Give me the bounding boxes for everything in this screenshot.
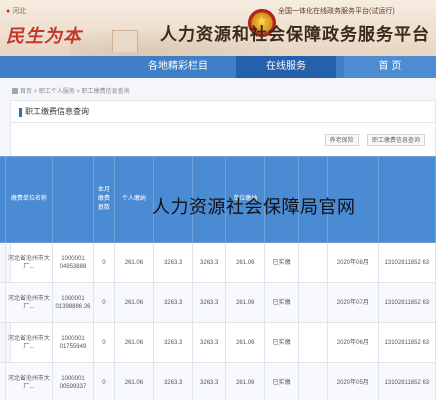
platform-title: 人力资源和社会保障政务服务平台	[160, 25, 430, 44]
table-cell	[297, 282, 328, 323]
great-wall-decoration	[112, 30, 138, 52]
table-cell: 261.06	[113, 362, 155, 400]
table-row: 河北省沧州市大厂... 1000001 01398886 26 0 261.06…	[0, 282, 436, 323]
breadcrumb: 首页 > 职工个人服务 > 职工缴费信息查询	[12, 86, 130, 95]
breadcrumb-text: 首页 > 职工个人服务 > 职工缴费信息查询	[20, 89, 130, 95]
table-header: 本月缴费基数	[92, 156, 115, 243]
table-cell: 261.06	[225, 242, 266, 283]
table-cell: 1000001 01755949	[51, 322, 94, 363]
sub-tabs: 养老保险 职工缴费信息查询	[321, 129, 425, 146]
calligraphy-logo: 民生为本	[6, 26, 82, 47]
location-icon: ●	[6, 8, 11, 15]
platform-subtitle: 全国一体化在线政务服务平台(试运行)	[278, 8, 395, 15]
region-text: 河北	[12, 8, 27, 15]
table-cell: 1000001 00599337	[51, 362, 94, 400]
table-cell: 河北省沧州市大厂...	[4, 242, 53, 283]
table-cell: 3263.3	[192, 322, 227, 363]
table-cell: 0	[92, 282, 115, 323]
table-cell: 已实缴	[264, 362, 299, 400]
table-cell	[297, 322, 328, 363]
table-cell: 河北省沧州市大厂...	[4, 322, 53, 363]
table-header	[51, 156, 94, 243]
table-cell: 3263.3	[153, 362, 194, 400]
table-cell: 13102811852 63	[377, 322, 436, 363]
subtab-payment-query[interactable]: 职工缴费信息查询	[366, 134, 425, 146]
subtab-pension[interactable]: 养老保险	[324, 134, 359, 146]
nav-item-online-service[interactable]: 在线服务	[236, 56, 336, 78]
nav-item-regions[interactable]: 各地精彩栏目	[130, 56, 226, 78]
table-cell: 河北省沧州市大厂...	[4, 282, 53, 323]
table-cell: 261.06	[225, 322, 266, 363]
table-cell: 3263.3	[153, 242, 194, 283]
table-cell: 已实缴	[264, 242, 299, 283]
table-cell: 3263.3	[153, 322, 194, 363]
watermark-text: 人力资源社会保障局官网	[152, 197, 356, 218]
table-cell: 13102811852 63	[377, 242, 436, 283]
table-cell: 261.06	[225, 282, 266, 323]
table-cell: 3263.3	[192, 282, 227, 323]
nav-blank	[0, 56, 130, 78]
table-cell: 0	[92, 362, 115, 400]
table-cell: 河北省沧州市大厂...	[4, 362, 53, 400]
nav-item-home[interactable]: 首 页	[344, 56, 436, 78]
table-row: 河北省沧州市大厂... 1000001 00599337 0 261.06 32…	[0, 362, 436, 400]
table-cell	[297, 362, 328, 400]
main-nav: 各地精彩栏目 在线服务 首 页	[0, 56, 436, 78]
table-cell: 2020年07月	[326, 282, 379, 323]
table-cell: 0	[92, 242, 115, 283]
panel-accent-bar	[19, 108, 22, 117]
home-icon	[12, 88, 18, 94]
table-cell: 13102811852 63	[377, 282, 436, 323]
table-row: 河北省沧州市大厂... 1000001 04953888 0 261.06 32…	[0, 242, 436, 283]
table-cell: 2020年08月	[326, 242, 379, 283]
table-cell: 261.06	[113, 322, 155, 363]
table-cell: 3263.3	[192, 362, 227, 400]
table-header: 个人缴纳	[113, 156, 155, 243]
panel-title: 职工缴费信息查询	[25, 107, 89, 116]
table-cell: 已实缴	[264, 322, 299, 363]
table-cell: 2020年06月	[326, 322, 379, 363]
header-banner: ● 河北 民生为本 全国一体化在线政务服务平台(试运行) 人力资源和社会保障政务…	[0, 0, 436, 56]
table-cell	[297, 242, 328, 283]
table-cell: 已实缴	[264, 282, 299, 323]
table-row: 河北省沧州市大厂... 1000001 01755949 0 261.06 32…	[0, 322, 436, 363]
region-label: ● 河北	[6, 6, 26, 16]
table-cell: 261.06	[113, 282, 155, 323]
table-cell: 261.06	[113, 242, 155, 283]
panel-header: 职工缴费信息查询	[11, 101, 435, 123]
table-cell: 1000001 01398886 26	[51, 282, 94, 323]
table-header: 缴费单位名称	[4, 156, 53, 243]
table-header	[377, 156, 436, 243]
table-cell: 2020年05月	[326, 362, 379, 400]
table-cell: 3263.3	[153, 282, 194, 323]
table-cell: 3263.3	[192, 242, 227, 283]
table-cell: 0	[92, 322, 115, 363]
table-cell: 1000001 04953888	[51, 242, 94, 283]
table-cell: 13102811852 63	[377, 362, 436, 400]
table-cell: 261.06	[225, 362, 266, 400]
